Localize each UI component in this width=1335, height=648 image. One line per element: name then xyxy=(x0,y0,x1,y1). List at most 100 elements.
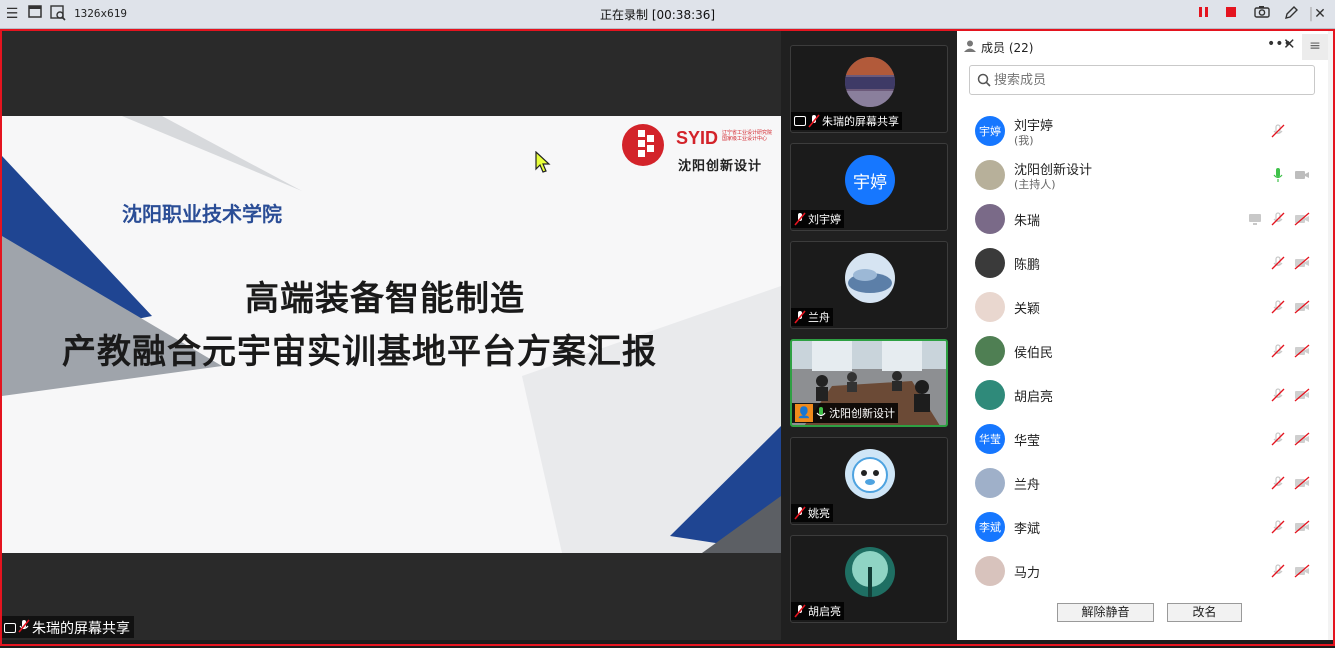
video-tile[interactable]: 姚亮 xyxy=(790,437,948,525)
video-tile-label: 兰舟 xyxy=(791,308,833,326)
recording-status: 正在录制 [00:38:36] xyxy=(600,8,716,22)
camera-muted-icon[interactable] xyxy=(1294,431,1310,447)
avatar: 华莹 xyxy=(975,424,1005,454)
mic-on-icon[interactable] xyxy=(1270,167,1286,183)
video-tile[interactable]: 胡启亮 xyxy=(790,535,948,623)
member-row[interactable]: 沈阳创新设计 (主持人) xyxy=(957,153,1315,197)
mic-muted-icon[interactable] xyxy=(1270,475,1286,491)
mic-muted-icon xyxy=(808,114,820,128)
mic-muted-icon[interactable] xyxy=(1270,343,1286,359)
video-tile-name: 沈阳创新设计 xyxy=(829,407,895,420)
nature-icon xyxy=(845,547,895,597)
mic-muted-icon[interactable] xyxy=(1270,211,1286,227)
avatar: 宇婷 xyxy=(975,116,1005,146)
member-row[interactable]: 胡启亮 xyxy=(957,373,1315,417)
mic-muted-icon[interactable] xyxy=(1270,123,1286,139)
window-icon[interactable] xyxy=(26,5,44,23)
avatar xyxy=(975,292,1005,322)
search-icon xyxy=(977,72,991,87)
pen-icon[interactable] xyxy=(1282,5,1300,23)
camera-muted-icon[interactable] xyxy=(1294,387,1310,403)
slide-title-line2: 产教融合元宇宙实训基地平台方案汇报 xyxy=(62,332,657,372)
video-tile-label: 姚亮 xyxy=(791,504,833,522)
video-tile[interactable]: 朱瑞的屏幕共享 xyxy=(790,45,948,133)
close-icon[interactable]: ✕ xyxy=(1311,5,1329,23)
member-search[interactable] xyxy=(969,65,1315,95)
members-panel: 成员 (22) ••• ✕ ≡ 宇婷刘宇婷(我)沈阳创新设计(主持人)朱瑞陈鹏关… xyxy=(957,31,1328,640)
camera-muted-icon[interactable] xyxy=(1294,255,1310,271)
mic-muted-icon xyxy=(18,619,30,637)
members-panel-title: 成员 (22) xyxy=(981,41,1034,55)
member-row[interactable]: 朱瑞 xyxy=(957,197,1315,241)
search-input[interactable] xyxy=(994,70,1294,90)
video-tile-speaking[interactable]: 👤 沈阳创新设计 xyxy=(790,339,948,427)
member-row[interactable]: 陈鹏 xyxy=(957,241,1315,285)
member-row[interactable]: 侯伯民 xyxy=(957,329,1315,373)
camera-muted-icon[interactable] xyxy=(1294,299,1310,315)
camera-muted-icon[interactable] xyxy=(1294,475,1310,491)
unmute-all-button[interactable]: 解除静音 xyxy=(1057,603,1154,622)
logo-chinese-name: 沈阳创新设计 xyxy=(678,159,763,174)
close-panel-icon[interactable]: ✕ xyxy=(1283,35,1296,53)
member-name: 朱瑞 xyxy=(1014,214,1041,229)
member-row[interactable]: 兰舟 xyxy=(957,461,1315,505)
avatar xyxy=(975,204,1005,234)
video-tile-label: 胡启亮 xyxy=(791,602,844,620)
video-tiles-column: 朱瑞的屏幕共享 宇婷 刘宇婷 兰舟 👤 沈阳创新设计 姚亮 胡启亮 xyxy=(781,31,957,640)
camera-muted-icon[interactable] xyxy=(1294,343,1310,359)
mouse-cursor-icon xyxy=(535,150,551,177)
video-tile[interactable]: 宇婷 刘宇婷 xyxy=(790,143,948,231)
members-panel-footer: 解除静音 改名 xyxy=(957,580,1328,640)
member-role: (主持人) xyxy=(1014,178,1056,191)
cartoon-icon xyxy=(845,449,895,499)
members-panel-header: 成员 (22) ••• ✕ ≡ xyxy=(957,31,1328,61)
member-row[interactable]: 李斌 李斌 xyxy=(957,505,1315,549)
member-row[interactable]: 华莹 华莹 xyxy=(957,417,1315,461)
video-tile-label: 👤 沈阳创新设计 xyxy=(792,403,898,423)
mic-muted-icon[interactable] xyxy=(1270,519,1286,535)
mic-muted-icon[interactable] xyxy=(1270,255,1286,271)
presentation-slide: SYID 辽宁省工业设计研究院 国家级工业设计中心 沈阳创新设计 沈阳职业技术学… xyxy=(2,116,781,553)
member-name: 华莹 xyxy=(1014,434,1041,449)
menu-icon[interactable]: ☰ xyxy=(3,5,21,23)
mic-muted-icon[interactable] xyxy=(1270,299,1286,315)
member-row[interactable]: 宇婷 刘宇婷 (我) xyxy=(957,109,1315,153)
stop-recording-icon[interactable] xyxy=(1222,5,1240,23)
mic-muted-icon xyxy=(794,506,806,520)
slide-school-name: 沈阳职业技术学院 xyxy=(122,202,282,226)
member-role: (我) xyxy=(1014,134,1034,147)
camera-muted-icon[interactable] xyxy=(1294,563,1310,579)
mic-muted-icon[interactable] xyxy=(1270,431,1286,447)
video-tile-name: 刘宇婷 xyxy=(808,213,841,226)
video-tile-name: 胡启亮 xyxy=(808,605,841,618)
pause-recording-icon[interactable] xyxy=(1195,5,1213,23)
avatar: 李斌 xyxy=(975,512,1005,542)
camera-muted-icon[interactable] xyxy=(1294,519,1310,535)
syid-logo: SYID 辽宁省工业设计研究院 国家级工业设计中心 沈阳创新设计 xyxy=(622,124,777,174)
logo-mark-icon xyxy=(622,124,664,166)
avatar xyxy=(975,336,1005,366)
screen-share-label: 朱瑞的屏幕共享 xyxy=(2,616,134,638)
mic-active-icon xyxy=(816,407,826,419)
camera-muted-icon[interactable] xyxy=(1294,211,1310,227)
screen-share-text: 朱瑞的屏幕共享 xyxy=(32,621,130,637)
slide-title-line1: 高端装备智能制造 xyxy=(245,279,525,319)
member-name: 侯伯民 xyxy=(1014,346,1054,361)
rename-button[interactable]: 改名 xyxy=(1167,603,1242,622)
screen-share-icon xyxy=(1247,211,1263,227)
camera-icon[interactable] xyxy=(1253,5,1271,23)
avatar xyxy=(975,248,1005,278)
member-row[interactable]: 关颖 xyxy=(957,285,1315,329)
photo-icon xyxy=(845,57,895,107)
panel-menu-icon[interactable]: ≡ xyxy=(1302,34,1328,60)
member-name: 关颖 xyxy=(1014,302,1041,317)
video-tile-label: 朱瑞的屏幕共享 xyxy=(791,112,902,130)
members-icon xyxy=(963,38,977,57)
mic-muted-icon[interactable] xyxy=(1270,387,1286,403)
mic-muted-icon[interactable] xyxy=(1270,563,1286,579)
screen-share-icon xyxy=(4,623,16,633)
video-tile[interactable]: 兰舟 xyxy=(790,241,948,329)
panel-scrollbar[interactable] xyxy=(1328,31,1333,640)
camera-off-icon[interactable] xyxy=(1294,167,1310,183)
resize-icon[interactable] xyxy=(49,5,67,23)
